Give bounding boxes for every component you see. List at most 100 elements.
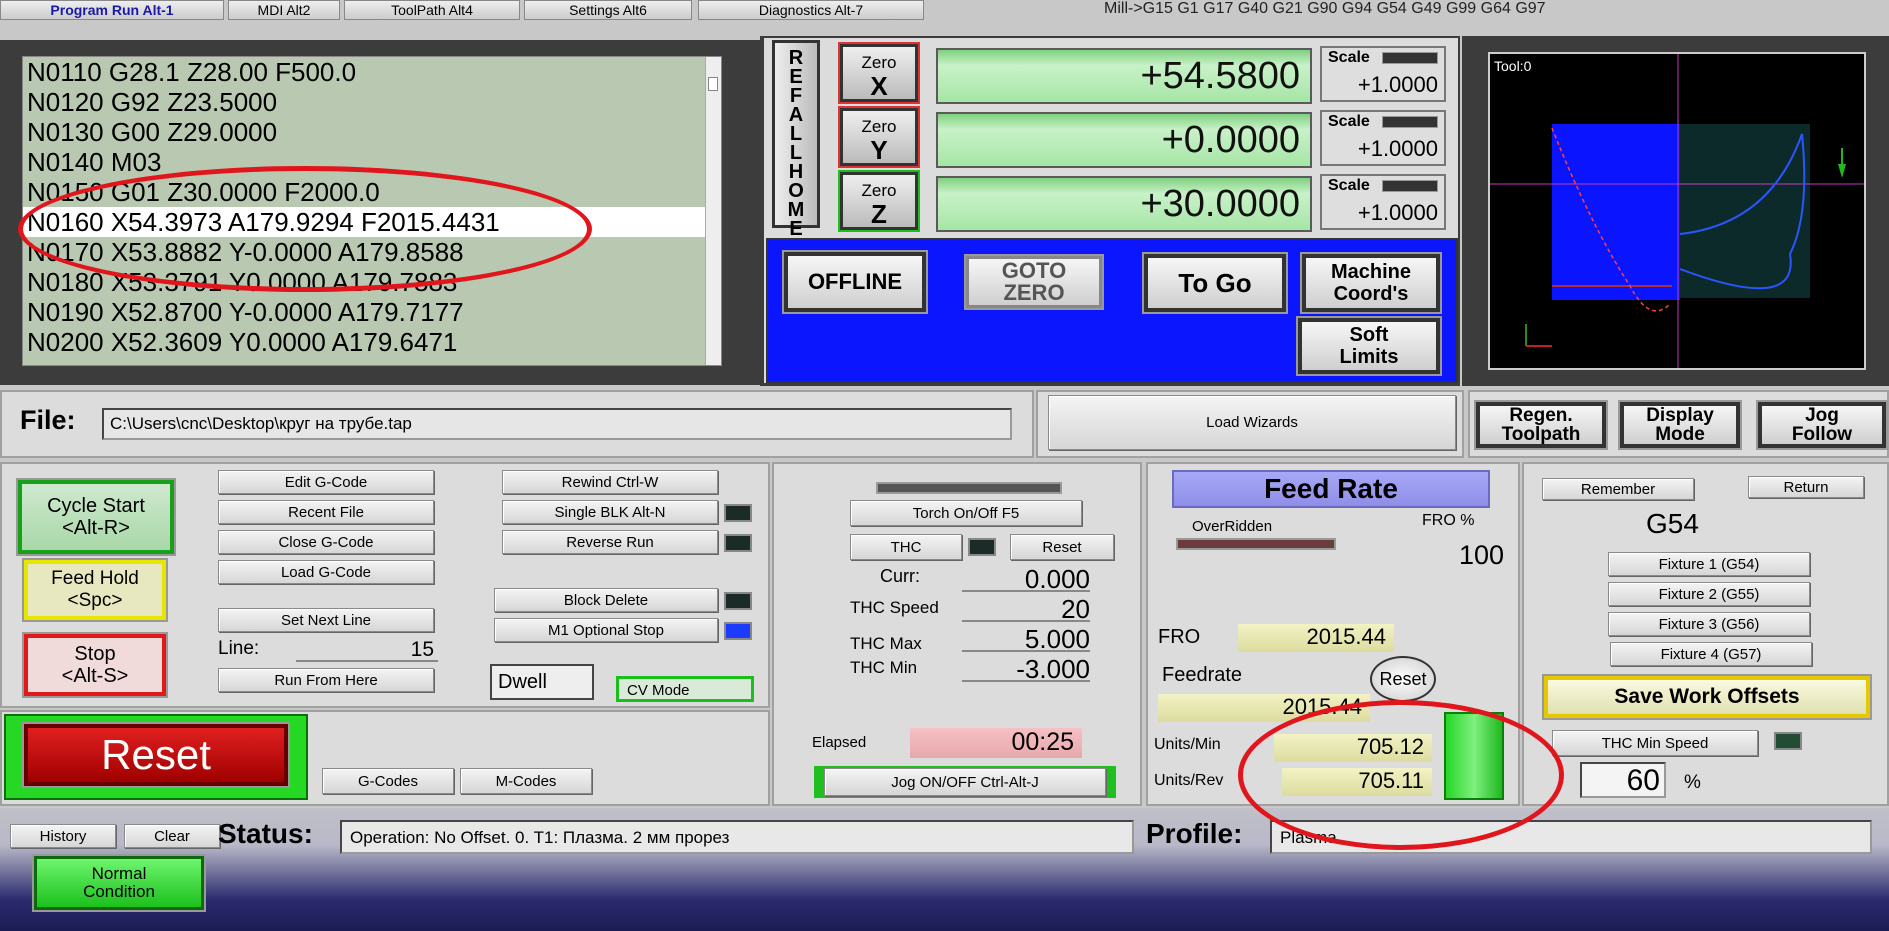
regen-label-2: Toolpath	[1501, 424, 1581, 445]
thc-curr-label: Curr:	[880, 566, 920, 586]
tab-mdi[interactable]: MDI Alt2	[228, 0, 340, 20]
cycle-start-button[interactable]: Cycle Start <Alt-R>	[18, 480, 174, 554]
toolpath-view[interactable]: Tool:0	[1488, 52, 1866, 370]
cycle-start-label-2: <Alt-R>	[62, 517, 130, 539]
line-number-field[interactable]: 15	[296, 638, 438, 662]
thc-speed-label: THC Speed	[850, 598, 939, 617]
block-delete-button[interactable]: Block Delete	[494, 588, 718, 612]
torch-onoff-button[interactable]: Torch On/Off F5	[850, 500, 1082, 526]
gcode-scrollbar[interactable]	[705, 57, 721, 365]
status-label: Status:	[218, 818, 313, 849]
tab-diagnostics[interactable]: Diagnostics Alt-7	[698, 0, 924, 20]
scale-x[interactable]: Scale +1.0000	[1320, 46, 1446, 102]
status-text: Operation: No Offset. 0. T1: Плазма. 2 м…	[340, 820, 1134, 854]
dro-y-value[interactable]: +0.0000	[936, 112, 1312, 168]
close-gcode-button[interactable]: Close G-Code	[218, 530, 434, 554]
load-wizards-button[interactable]: Load Wizards	[1048, 395, 1456, 450]
recent-file-button[interactable]: Recent File	[218, 500, 434, 524]
set-next-line-button[interactable]: Set Next Line	[218, 608, 434, 632]
tab-program-run[interactable]: Program Run Alt-1	[0, 0, 224, 20]
zero-y-button[interactable]: Zero Y	[838, 106, 920, 168]
reset-button[interactable]: Reset	[24, 724, 288, 786]
scale-label: Scale	[1328, 49, 1370, 66]
thc-reset-button[interactable]: Reset	[1010, 534, 1114, 560]
jog-follow-button[interactable]: Jog Follow	[1758, 402, 1886, 448]
mcodes-button[interactable]: M-Codes	[460, 768, 592, 794]
fro-label: FRO	[1158, 626, 1201, 648]
gcode-line[interactable]: N0190 X52.8700 Y-0.0000 A179.7177	[23, 297, 721, 327]
ref-all-home-button[interactable]: REF ALL HOME	[772, 40, 820, 239]
gcode-line[interactable]: N0180 X53.3791 Y0.0000 A179.7883	[23, 267, 721, 297]
machine-coords-button[interactable]: Machine Coord's	[1302, 254, 1440, 312]
fixture-2-button[interactable]: Fixture 2 (G55)	[1608, 582, 1810, 606]
fro-value: 2015.44	[1238, 624, 1394, 652]
gcodes-button[interactable]: G-Codes	[322, 768, 454, 794]
elapsed-label: Elapsed	[812, 734, 867, 751]
save-work-offsets-button[interactable]: Save Work Offsets	[1544, 676, 1870, 718]
thc-min-speed-value[interactable]: 60	[1580, 762, 1666, 798]
gcode-line[interactable]: N0170 X53.8882 Y-0.0000 A179.8588	[23, 237, 721, 267]
rewind-button[interactable]: Rewind Ctrl-W	[502, 470, 718, 494]
offline-button[interactable]: OFFLINE	[784, 252, 926, 312]
profile-value: Plasma	[1270, 820, 1872, 854]
m1-optional-stop-led	[724, 622, 752, 640]
m1-optional-stop-button[interactable]: M1 Optional Stop	[494, 618, 718, 642]
scale-value: +1.0000	[1357, 136, 1438, 161]
soft-limits-button[interactable]: Soft Limits	[1298, 318, 1440, 374]
feedrate-reset-button[interactable]: Reset	[1370, 656, 1436, 702]
gcode-line[interactable]: N0140 M03	[23, 147, 721, 177]
gcode-line[interactable]: N0200 X52.3609 Y0.0000 A179.6471	[23, 327, 721, 357]
thc-max-label: THC Max	[850, 634, 922, 653]
scale-z[interactable]: Scale +1.0000	[1320, 174, 1446, 230]
scrollbar-thumb[interactable]	[708, 77, 718, 91]
stop-button[interactable]: Stop <Alt-S>	[24, 634, 166, 696]
thc-min-speed-button[interactable]: THC Min Speed	[1552, 730, 1758, 756]
feed-hold-button[interactable]: Feed Hold <Spc>	[24, 560, 166, 620]
gcode-list[interactable]: N0110 G28.1 Z28.00 F500.0 N0120 G92 Z23.5…	[22, 56, 722, 366]
toolpath-drawing	[1490, 54, 1864, 368]
regen-toolpath-button[interactable]: Regen. Toolpath	[1476, 402, 1606, 448]
zero-z-button[interactable]: Zero Z	[838, 170, 920, 232]
gcode-line-current[interactable]: N0160 X54.3973 A179.9294 F2015.4431	[23, 207, 721, 237]
fro-pct-value: 100	[1458, 540, 1504, 570]
edit-gcode-button[interactable]: Edit G-Code	[218, 470, 434, 494]
display-mode-button[interactable]: Display Mode	[1620, 402, 1740, 448]
fixture-4-button[interactable]: Fixture 4 (G57)	[1610, 642, 1812, 666]
gcode-line[interactable]: N0150 G01 Z30.0000 F2000.0	[23, 177, 721, 207]
thc-max-value: 5.000	[962, 624, 1090, 654]
cv-mode-indicator: CV Mode	[616, 676, 754, 702]
goto-zero-button[interactable]: GOTO ZERO	[966, 256, 1102, 308]
run-from-here-button[interactable]: Run From Here	[218, 668, 434, 692]
goto-zero-label: GOTO ZERO	[1001, 258, 1067, 305]
jog-follow-label-2: Follow	[1791, 424, 1853, 445]
jog-onoff-button[interactable]: Jog ON/OFF Ctrl-Alt-J	[824, 768, 1106, 796]
thc-button[interactable]: THC	[850, 534, 962, 560]
scale-value: +1.0000	[1357, 200, 1438, 225]
zero-x-button[interactable]: Zero X	[838, 42, 920, 104]
return-button[interactable]: Return	[1748, 476, 1864, 498]
remember-button[interactable]: Remember	[1542, 478, 1694, 500]
to-go-button[interactable]: To Go	[1144, 254, 1286, 312]
feed-hold-label-2: <Spc>	[67, 590, 123, 611]
fixture-3-button[interactable]: Fixture 3 (G56)	[1608, 612, 1810, 636]
fixture-1-button[interactable]: Fixture 1 (G54)	[1608, 552, 1810, 576]
tab-toolpath[interactable]: ToolPath Alt4	[344, 0, 520, 20]
reverse-run-led	[724, 534, 752, 552]
feedrate-value: 2015.44	[1158, 694, 1370, 722]
gcode-line[interactable]: N0120 G92 Z23.5000	[23, 87, 721, 117]
gcode-line[interactable]: N0110 G28.1 Z28.00 F500.0	[23, 57, 721, 87]
scale-y[interactable]: Scale +1.0000	[1320, 110, 1446, 166]
reverse-run-button[interactable]: Reverse Run	[502, 530, 718, 554]
single-block-button[interactable]: Single BLK Alt-N	[502, 500, 718, 524]
thc-led	[968, 538, 996, 556]
thc-speed-value: 20	[962, 594, 1090, 624]
gcode-line[interactable]: N0130 G00 Z29.0000	[23, 117, 721, 147]
tab-settings[interactable]: Settings Alt6	[524, 0, 692, 20]
history-button[interactable]: History	[10, 824, 116, 848]
torch-progress-bar	[876, 482, 1062, 494]
clear-button[interactable]: Clear	[124, 824, 220, 848]
dro-x-value[interactable]: +54.5800	[936, 48, 1312, 104]
cycle-start-label-1: Cycle Start	[47, 495, 145, 517]
load-gcode-button[interactable]: Load G-Code	[218, 560, 434, 584]
dro-z-value[interactable]: +30.0000	[936, 176, 1312, 232]
